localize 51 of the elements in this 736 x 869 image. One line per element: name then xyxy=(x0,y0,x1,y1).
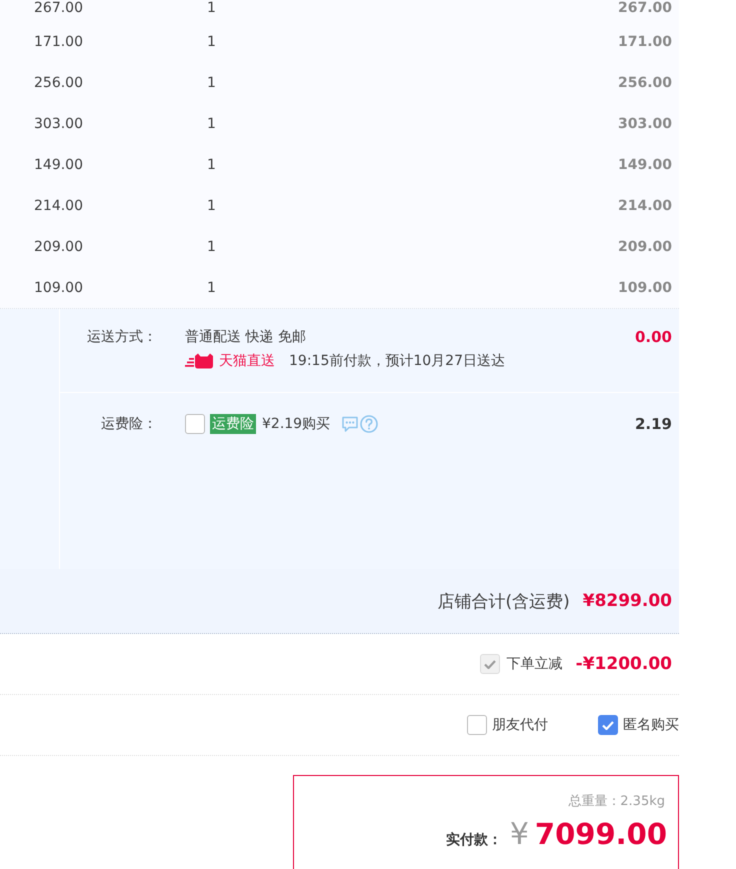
chat-icon[interactable] xyxy=(341,415,360,433)
subtotal: 109.00 xyxy=(618,280,672,296)
quantity: 1 xyxy=(207,198,216,214)
checkmark-icon xyxy=(484,660,496,668)
discount-label: 下单立减 xyxy=(506,655,563,673)
unit-price: 267.00 xyxy=(34,0,83,17)
unit-price: 209.00 xyxy=(34,238,83,254)
help-icon[interactable] xyxy=(360,415,378,433)
unit-price: 303.00 xyxy=(34,116,83,132)
total-weight: 总重量：2.35kg xyxy=(568,793,665,811)
quantity: 1 xyxy=(207,74,216,90)
subtotal: 209.00 xyxy=(618,238,672,254)
delivery-estimate: 19:15前付款，预计10月27日送达 xyxy=(289,352,505,370)
discount-amount: -¥1200.00 xyxy=(576,654,672,674)
unit-price: 171.00 xyxy=(34,34,83,50)
store-total-label: 店铺合计(含运费) xyxy=(437,590,570,612)
checkbox[interactable] xyxy=(185,414,205,434)
subtotal: 171.00 xyxy=(618,34,672,50)
unit-price: 256.00 xyxy=(34,74,83,90)
checkbox[interactable] xyxy=(598,715,618,735)
amount-due-label: 实付款： xyxy=(446,831,502,849)
quantity: 1 xyxy=(207,238,216,254)
unit-price: 214.00 xyxy=(34,198,83,214)
insurance-fee: 2.19 xyxy=(634,414,672,435)
cat-head-icon xyxy=(185,353,213,369)
insurance-tag: 运费险 xyxy=(210,414,256,434)
checkbox[interactable] xyxy=(467,715,487,735)
store-total-amount: ¥8299.00 xyxy=(582,591,672,611)
subtotal: 149.00 xyxy=(618,156,672,172)
quantity: 1 xyxy=(207,0,216,17)
quantity: 1 xyxy=(207,156,216,172)
delivery-tag: 天猫直送 xyxy=(219,352,275,370)
subtotal: 214.00 xyxy=(618,198,672,214)
shipping-label: 运送方式： xyxy=(86,328,157,347)
checkmark-icon xyxy=(602,720,614,730)
quantity: 1 xyxy=(207,34,216,50)
insurance-price: ¥2.19购买 xyxy=(262,415,330,433)
amount-due: 7099.00 xyxy=(534,817,667,851)
currency-symbol: ¥ xyxy=(510,817,529,852)
quantity: 1 xyxy=(207,280,216,296)
subtotal: 267.00 xyxy=(618,0,672,17)
subtotal: 256.00 xyxy=(618,74,672,90)
subtotal: 303.00 xyxy=(618,116,672,132)
option-label[interactable]: 匿名购买 xyxy=(623,716,679,734)
shipping-method: 普通配送 快递 免邮 xyxy=(185,328,306,346)
quantity: 1 xyxy=(207,116,216,132)
unit-price: 149.00 xyxy=(34,156,83,172)
option-label[interactable]: 朋友代付 xyxy=(492,716,548,734)
shipping-fee: 0.00 xyxy=(634,327,672,348)
unit-price: 109.00 xyxy=(34,280,83,296)
insurance-label: 运费险： xyxy=(100,415,157,434)
